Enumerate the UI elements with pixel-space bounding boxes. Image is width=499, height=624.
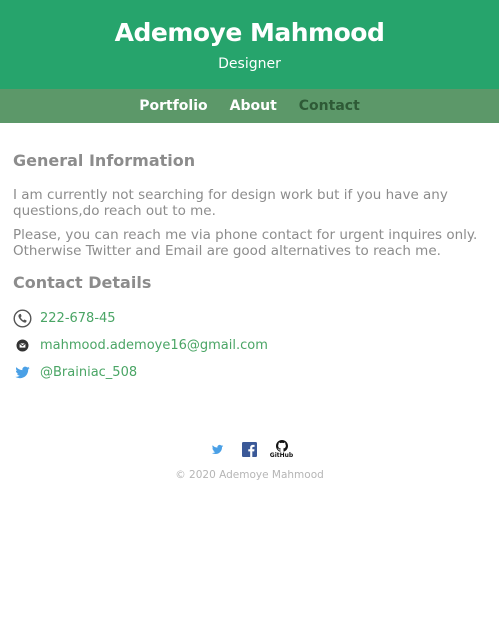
phone-icon — [13, 309, 32, 328]
email-link[interactable]: mahmood.ademoye16@gmail.com — [40, 338, 268, 353]
site-subtitle: Designer — [218, 56, 281, 72]
general-info-paragraph-1: I am currently not searching for design … — [13, 187, 448, 219]
general-info-heading: General Information — [13, 151, 196, 170]
contact-list: 222-678-45 mahmood.ademoye16@gmail.com @… — [13, 293, 486, 386]
general-info-paragraph-2: Please, you can reach me via phone conta… — [13, 227, 478, 259]
twitter-icon — [210, 442, 225, 457]
twitter-link[interactable]: @Brainiac_508 — [40, 365, 137, 380]
site-header: Ademoye Mahmood Designer — [0, 0, 499, 89]
github-icon — [275, 439, 288, 452]
contact-details-heading: Contact Details — [13, 273, 152, 292]
social-links: GitHub — [0, 438, 499, 460]
main-content: General Information I am currently not s… — [0, 123, 499, 386]
footer-twitter-link[interactable] — [209, 439, 227, 459]
site-footer: GitHub © 2020 Ademoye Mahmood — [0, 438, 499, 481]
github-label: GitHub — [269, 451, 294, 459]
copyright: © 2020 Ademoye Mahmood — [175, 469, 324, 481]
contact-item-phone: 222-678-45 — [13, 305, 486, 332]
footer-github-link[interactable]: GitHub — [269, 439, 294, 459]
twitter-icon — [13, 363, 32, 382]
nav-item-portfolio[interactable]: Portfolio — [139, 89, 207, 123]
nav-item-about[interactable]: About — [230, 89, 277, 123]
contact-item-email: mahmood.ademoye16@gmail.com — [13, 332, 486, 359]
phone-link[interactable]: 222-678-45 — [40, 311, 116, 326]
contact-item-twitter: @Brainiac_508 — [13, 359, 486, 386]
site-title: Ademoye Mahmood — [114, 18, 385, 47]
main-nav: Portfolio About Contact — [0, 89, 499, 123]
facebook-icon — [242, 441, 257, 457]
footer-facebook-link[interactable] — [241, 439, 259, 459]
nav-item-contact[interactable]: Contact — [299, 89, 360, 123]
email-icon — [13, 336, 32, 355]
